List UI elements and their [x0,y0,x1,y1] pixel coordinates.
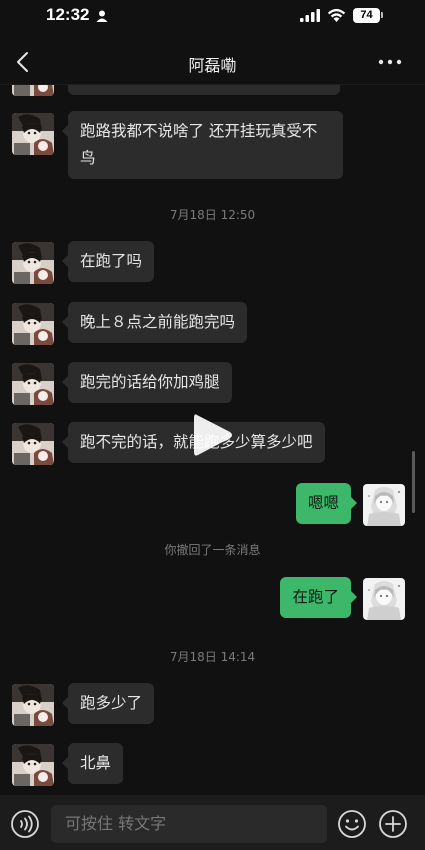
recall-notice: 你撤回了一条消息 [164,543,261,557]
message-bubble[interactable]: 跑多少了 [61,683,155,724]
my-avatar[interactable] [363,484,405,526]
status-time: 12:32 [46,5,90,24]
message-bubble[interactable]: 在跑了吗 [61,241,155,282]
timestamp: 7月18日 14:14 [169,650,256,664]
contact-avatar[interactable] [12,684,54,726]
contact-avatar[interactable] [12,303,54,345]
emoji-icon[interactable] [337,809,367,839]
contact-avatar[interactable] [12,242,54,284]
my-message-bubble[interactable]: 嗯嗯 [295,483,358,524]
chat-header: 阿磊嘞 [0,40,425,84]
message-bubble[interactable]: 晚上８点之前能跑完吗 [61,302,248,343]
message-input[interactable]: 可按住 转文字 [51,805,327,843]
voice-icon[interactable] [10,809,40,839]
wifi-icon [327,8,346,22]
battery-cap [381,12,383,18]
message-bubble[interactable] [68,85,340,95]
contact-avatar[interactable] [12,744,54,786]
battery-icon: 74 [353,8,380,23]
contact-avatar[interactable] [12,363,54,405]
person-icon [96,10,108,22]
play-icon[interactable] [192,412,234,458]
contact-avatar[interactable] [12,423,54,465]
message-bubble[interactable]: 北鼻 [61,743,124,784]
input-bar: 可按住 转文字 [0,795,425,850]
contact-avatar[interactable] [12,113,54,155]
message-bubble[interactable]: 跑完的话给你加鸡腿 [62,362,232,403]
status-bar: 12:32 74 [0,0,425,34]
more-dots-icon[interactable] [375,48,405,76]
contact-avatar[interactable] [12,85,54,96]
scrollbar[interactable] [412,451,415,513]
my-avatar[interactable] [363,578,405,620]
plus-icon[interactable] [378,809,408,839]
timestamp: 7月18日 12:50 [169,208,256,222]
message-bubble[interactable]: 跑路我都不说啥了 还开挂玩真受不鸟 [62,111,343,179]
signal-icon [300,9,320,22]
chat-title: 阿磊嘞 [188,56,237,75]
my-message-bubble[interactable]: 在跑了 [280,577,357,618]
